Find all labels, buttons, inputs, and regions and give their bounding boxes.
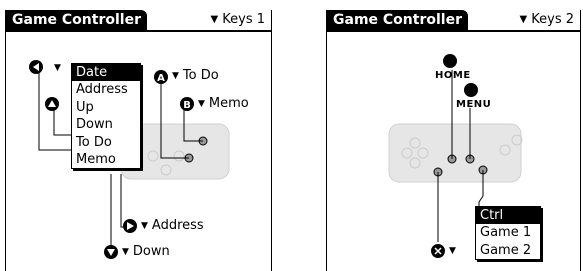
keys2-panel: Game Controller ▼ Keys 2 HOME MENU ▼ Ctrl… [326,10,581,271]
keys2-menu-item[interactable]: Game 2 [476,242,540,259]
x-button-dropdown-arrow[interactable]: ▼ [446,243,460,260]
right-button-assignment[interactable]: ▼ Address [138,218,204,235]
left-button-dropdown-arrow[interactable]: ▼ [51,60,65,77]
menu-label: MENU [456,99,492,110]
controller-diagram [388,54,523,258]
chevron-down-icon: ▼ [141,221,148,231]
b-button-icon: B [180,97,194,111]
home-label: HOME [435,70,471,81]
assignment-dropdown-menu[interactable]: Date Address Up Down To Do Memo [71,63,141,170]
a-button-assignment[interactable]: ▼ To Do [169,68,219,85]
up-arrow-button-icon [45,97,59,111]
a-button-icon: A [154,70,168,84]
chevron-down-icon: ▼ [122,247,129,257]
mode-dropdown-menu[interactable]: Ctrl Game 1 Game 2 [475,206,541,261]
keys2-menu-item[interactable]: Ctrl [476,207,540,225]
keys1-menu-item[interactable]: Memo [72,151,140,168]
right-button-label: Address [151,218,204,233]
home-button-icon [443,54,457,68]
keys1-menu-item[interactable]: Up [72,99,140,116]
x-button-icon [431,244,445,258]
right-arrow-button-icon [123,219,137,233]
keys1-menu-item[interactable]: To Do [72,134,140,151]
chevron-down-icon: ▼ [449,246,456,256]
keys1-menu-item[interactable]: Down [72,116,140,133]
menu-button-icon [464,83,478,97]
keys1-menu-item[interactable]: Address [72,81,140,98]
down-button-label: Down [132,244,170,259]
svg-text:A: A [157,73,165,84]
keys1-menu-item[interactable]: Date [72,64,140,82]
down-button-assignment[interactable]: ▼ Down [119,244,170,261]
down-arrow-button-icon [104,245,118,259]
left-arrow-button-icon [29,60,43,74]
keys1-panel: Game Controller ▼ Keys 1 A B ▼ ▼ To Do ▼ Me… [5,10,272,271]
keys2-menu-item[interactable]: Game 1 [476,224,540,241]
b-button-label: Memo [208,96,249,111]
chevron-down-icon: ▼ [54,63,61,73]
b-button-assignment[interactable]: ▼ Memo [195,96,249,113]
chevron-down-icon: ▼ [172,71,179,81]
chevron-down-icon: ▼ [198,99,205,109]
a-button-label: To Do [182,68,219,83]
svg-text:B: B [183,100,191,111]
